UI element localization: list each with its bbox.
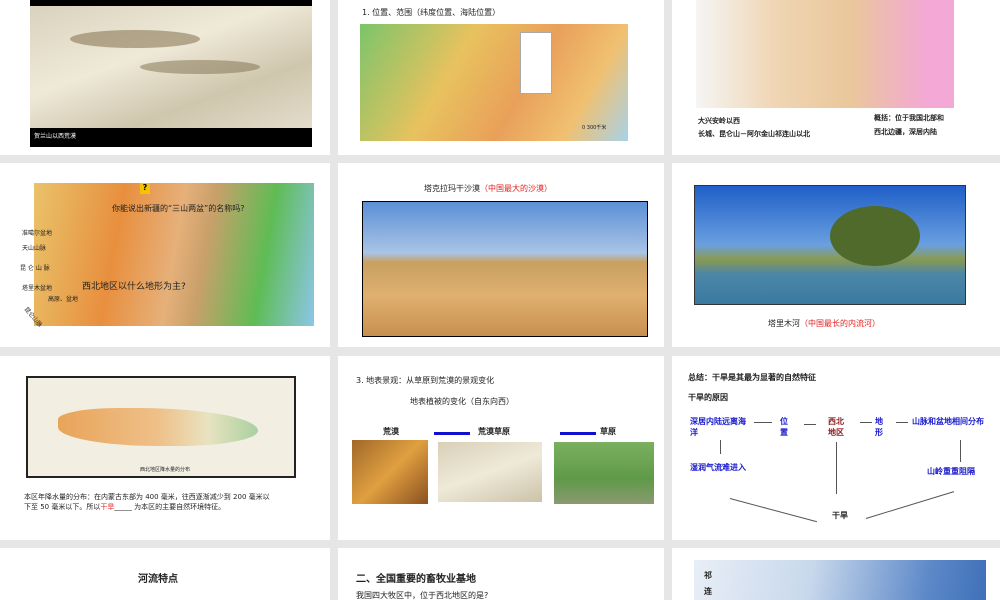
map-caption: 西北地区降水量的分布 (140, 467, 191, 473)
slide-3[interactable]: 大兴安岭以西 长城、昆仑山－阿尔金山祁连山以北 概括：位于我国北部和 西北边疆，… (672, 0, 1000, 155)
question-mark-icon: ? (140, 183, 150, 194)
slide-7[interactable]: 西北地区降水量的分布 本区年降水量的分布：在内蒙古东部为 400 毫米，往西逐渐… (0, 356, 330, 540)
summary-title: 总结：干旱是其最为显著的自然特征 (688, 373, 816, 382)
blue-arrow-icon (434, 432, 470, 435)
arrow (754, 422, 772, 423)
label-desert: 荒漠 (383, 427, 399, 436)
arrow (960, 440, 961, 462)
slide-title: 1. 位置、范围（纬度位置、海陆位置） (362, 8, 501, 17)
boundary-text: 长城、昆仑山－阿尔金山祁连山以北 (698, 130, 810, 138)
slide-8[interactable]: 3. 地表景观：从草原到荒漠的景观变化 地表植被的变化（自东向西） 荒漠 荒漠草… (338, 356, 664, 540)
node-position: 位置 (780, 417, 788, 437)
slide-subtitle: 地表植被的变化（自东向西） (410, 397, 514, 406)
side-text: 祁 (704, 571, 712, 580)
summary-text: 概括：位于我国北部和 (874, 114, 944, 122)
sky-photo (694, 560, 986, 600)
map-label: 塔里木盆地 (22, 285, 53, 292)
slide-title: 塔里木河（中国最长的内流河） (768, 318, 880, 329)
location-map: 0 300千米 (360, 24, 628, 141)
title-note: （中国最大的沙漠） (480, 184, 552, 193)
slide-6[interactable]: 塔里木河（中国最长的内流河） (672, 163, 1000, 347)
steppe-photo (554, 442, 654, 504)
node-drought: 干旱 (832, 511, 848, 520)
scale-bar: 0 300千米 (582, 125, 607, 131)
label-desert-steppe: 荒漠草原 (478, 427, 510, 436)
node-moist-air: 湿润气流难进入 (690, 463, 746, 472)
boundary-text: 大兴安岭以西 (698, 117, 740, 125)
slide-9[interactable]: 总结：干旱是其最为显著的自然特征 干旱的原因 深居内陆远离海洋 位置 西北地区 … (672, 356, 1000, 540)
node-inland: 深居内陆远离海洋 (690, 417, 746, 437)
body-text-part: 下至 50 毫米以下。所以 (24, 503, 101, 511)
slide-1[interactable]: 贺兰山以西荒漠 (0, 0, 330, 155)
tarim-river-photo (694, 185, 966, 305)
question-text: 西北地区以什么地形为主? (82, 282, 186, 292)
map-label: 昆 仑 山 脉 (20, 265, 50, 272)
arrow (865, 491, 955, 519)
arrow (720, 440, 721, 454)
blue-arrow-icon (560, 432, 596, 435)
body-text: 下至 50 毫米以下。所以干旱_____ 为本区的主要自然环境特征。 (24, 502, 225, 512)
slide-5[interactable]: 塔克拉玛干沙漠（中国最大的沙漠） (338, 163, 664, 347)
slide-title: 河流特点 (138, 574, 178, 585)
arrow (836, 442, 837, 494)
side-text: 连 (704, 587, 712, 596)
title-text: 塔克拉玛干沙漠 (424, 184, 480, 193)
node-mountains: 山脉和盆地相间分布 (912, 417, 984, 426)
slide-title: 二、全国重要的畜牧业基地 (356, 574, 476, 585)
desert-photo (352, 440, 428, 504)
desert-photo (362, 201, 648, 337)
precipitation-map: 西北地区降水量的分布 (26, 376, 296, 478)
slide-12[interactable]: 祁 连 (672, 548, 1000, 600)
region-map (696, 0, 954, 108)
arrow (729, 498, 818, 523)
reason-title: 干旱的原因 (688, 393, 728, 402)
slide-title: 塔克拉玛干沙漠（中国最大的沙漠） (424, 183, 552, 194)
node-barrier: 山岭重重阻隔 (927, 467, 975, 476)
slide-11[interactable]: 二、全国重要的畜牧业基地 我国四大牧区中，位于西北地区的是? (338, 548, 664, 600)
title-note: （中国最长的内流河） (800, 319, 880, 328)
map-label: 准噶尔盆地 (22, 230, 53, 237)
slide-2[interactable]: 1. 位置、范围（纬度位置、海陆位置） 0 300千米 (338, 0, 664, 155)
arrow (896, 422, 908, 423)
body-text-part: _____ 为本区的主要自然环境特征。 (114, 503, 226, 511)
camel-desert-photo: 贺兰山以西荒漠 (30, 0, 312, 147)
question-text: 我国四大牧区中，位于西北地区的是? (356, 591, 489, 600)
node-terrain: 地形 (875, 417, 883, 437)
slide-title: 3. 地表景观：从草原到荒漠的景观变化 (356, 376, 495, 385)
slide-10[interactable]: 河流特点 (0, 548, 330, 600)
title-text: 塔里木河 (768, 319, 800, 328)
arrow (860, 422, 872, 423)
slide-4[interactable]: ? 你能说出新疆的“三山两盆”的名称吗? 西北地区以什么地形为主? 准噶尔盆地 … (0, 163, 330, 347)
photo-caption: 贺兰山以西荒漠 (34, 133, 77, 140)
map-label: 天山山脉 (22, 245, 47, 252)
question-text: 你能说出新疆的“三山两盆”的名称吗? (112, 204, 245, 213)
answer-text: 干旱 (100, 503, 115, 511)
desert-steppe-photo (438, 442, 542, 502)
node-northwest: 西北地区 (828, 417, 844, 437)
label-steppe: 草原 (600, 427, 616, 436)
body-text: 本区年降水量的分布：在内蒙古东部为 400 毫米，往西逐渐减少到 200 毫米以 (24, 493, 270, 501)
summary-text: 西北边疆，深居内陆 (874, 128, 937, 136)
map-label: 高原、盆地 (48, 296, 79, 303)
arrow (804, 424, 816, 425)
